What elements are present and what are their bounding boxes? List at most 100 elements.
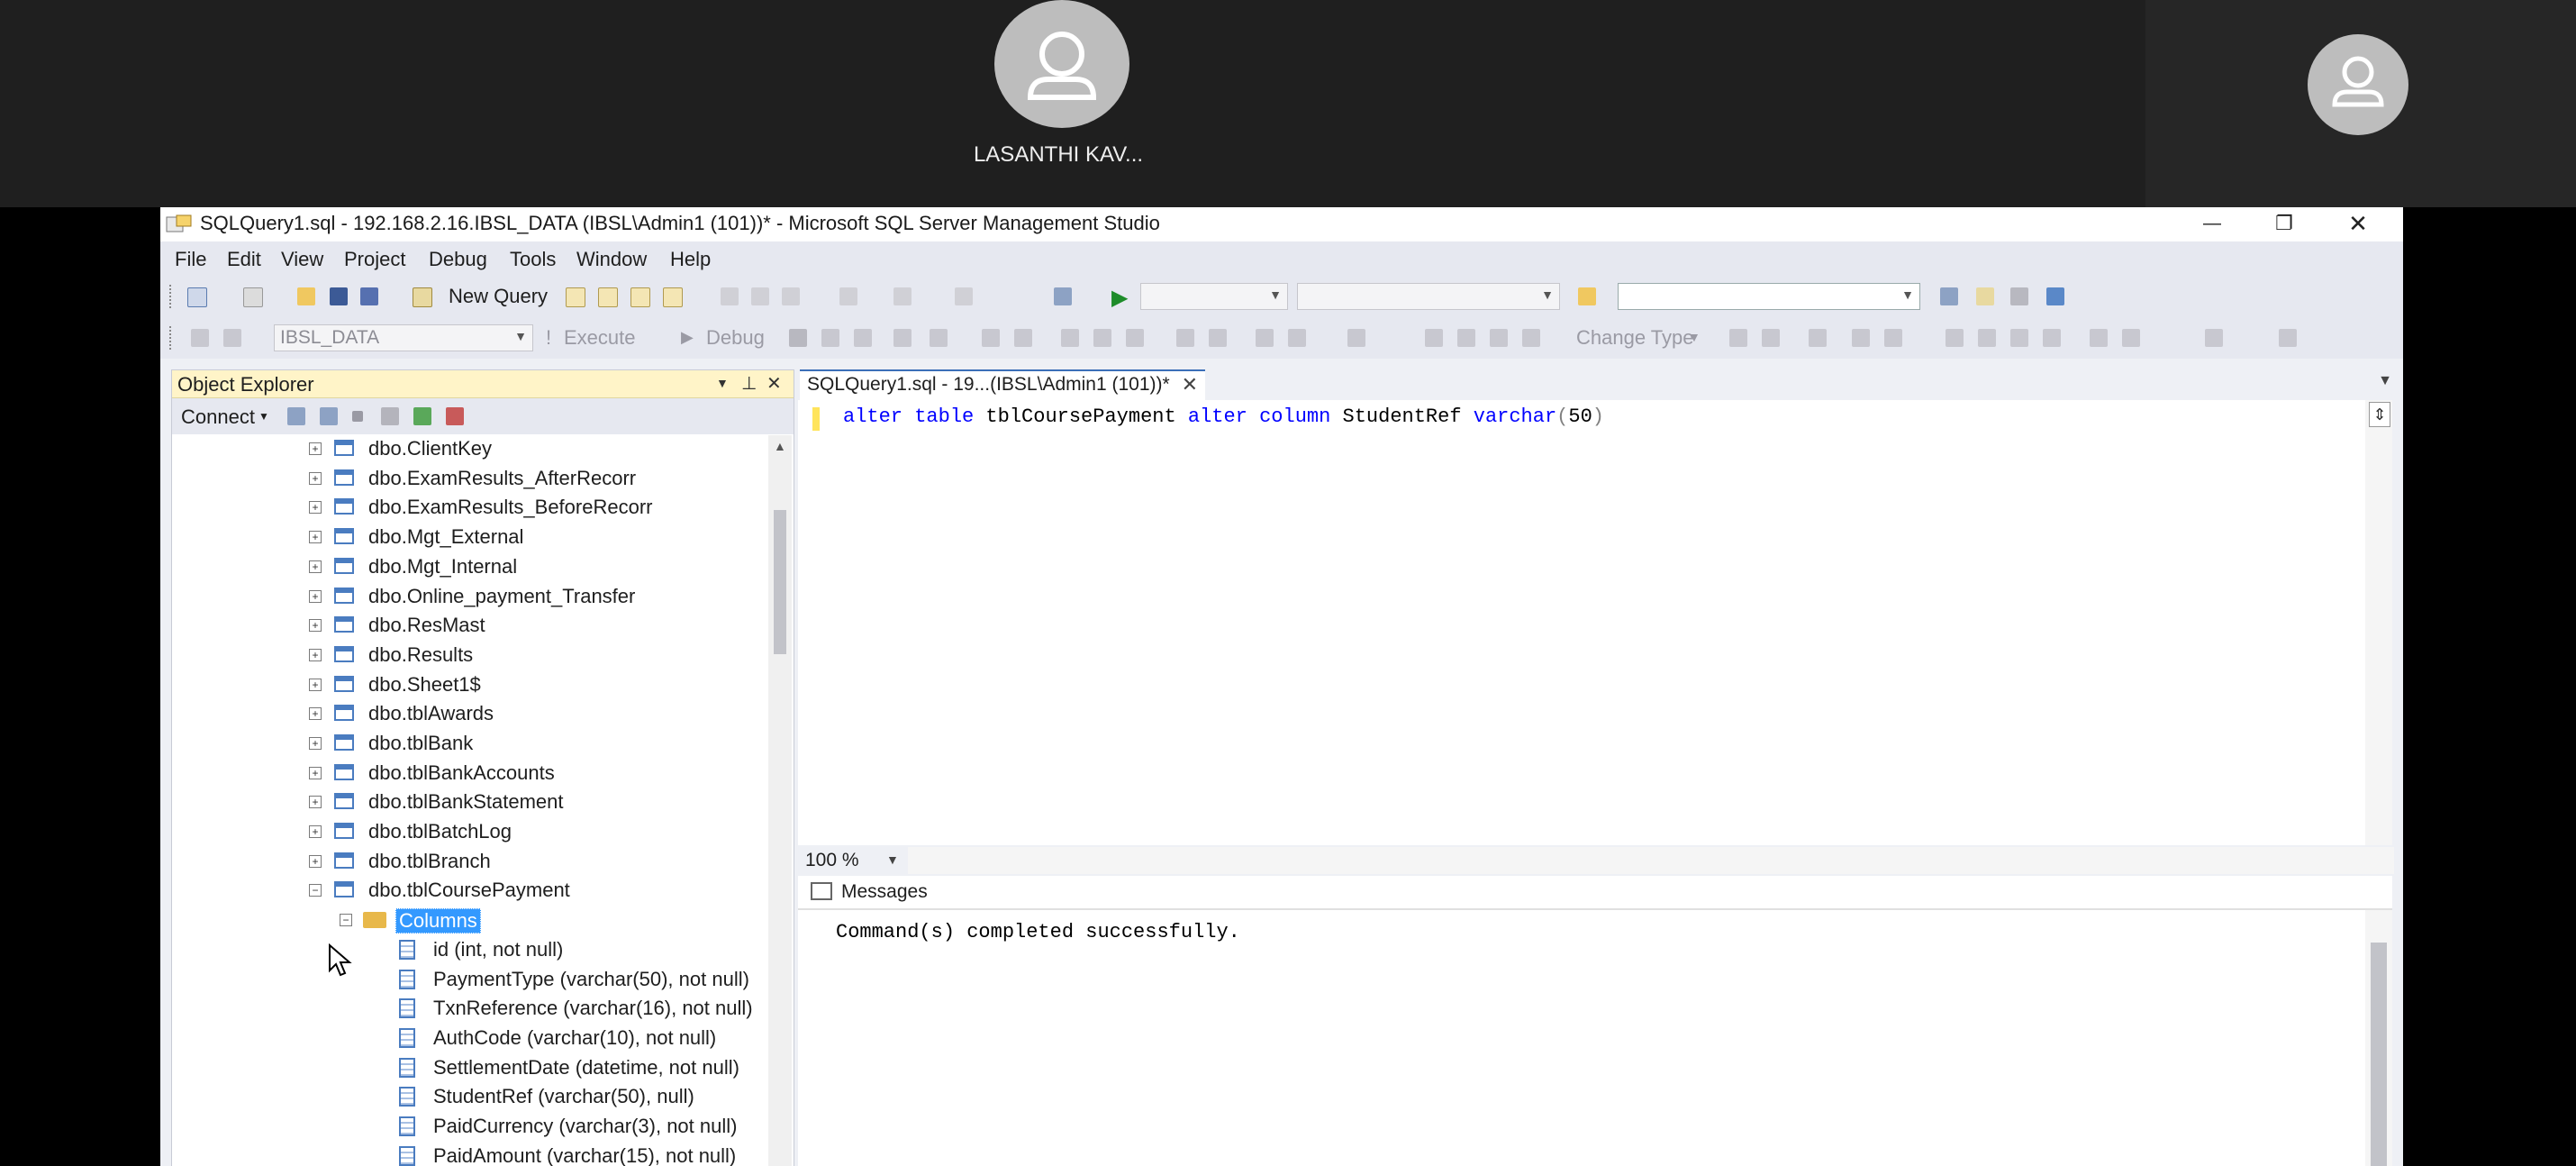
client-stats-icon[interactable] [1061,329,1079,347]
uncomment-icon[interactable] [1209,329,1227,347]
expand-icon[interactable]: + [309,767,322,779]
connect-icon[interactable] [191,329,209,347]
table-designer-icon[interactable] [1425,329,1443,347]
expand-icon[interactable]: + [309,472,322,485]
verify-sql-icon[interactable] [1762,329,1780,347]
tree-node-table[interactable]: + dbo.Online_payment_Transfer [172,583,757,612]
query-tab[interactable]: SQLQuery1.sql - 19...(IBSL\Admin1 (101))… [800,369,1205,400]
tree-node-table[interactable]: + dbo.Mgt_External [172,524,757,552]
self-avatar-icon[interactable] [2308,34,2408,135]
sql-code-line[interactable]: alter table tblCoursePayment alter colum… [843,405,1604,428]
add-group-by-icon[interactable] [1809,329,1827,347]
connect-dropdown[interactable]: Connect [181,405,255,429]
expand-icon[interactable]: + [309,825,322,838]
scrollbar-thumb[interactable] [774,510,786,654]
tree-node-column[interactable]: id (int, not null) [172,936,757,965]
redo-icon[interactable] [893,287,912,305]
tree-node-column[interactable]: PaidCurrency (varchar(3), not null) [172,1113,757,1142]
menu-edit[interactable]: Edit [227,248,261,271]
save-all-icon[interactable] [360,287,378,305]
filter-icon[interactable] [381,407,399,425]
change-type-button[interactable]: Change Type [1576,326,1693,350]
minimize-button[interactable]: — [2176,207,2248,241]
cut-icon[interactable] [721,287,739,305]
collapse-icon[interactable]: − [340,914,352,926]
new-project-icon[interactable] [187,287,207,307]
paste-icon[interactable] [782,287,800,305]
tree-node-column[interactable]: TxnReference (varchar(16), not null) [172,995,757,1024]
tree-node-table[interactable]: + dbo.tblAwards [172,700,757,729]
show-diagram-pane-icon[interactable] [1946,329,1964,347]
new-query-button[interactable]: New Query [449,285,548,308]
scroll-up-icon[interactable]: ▲ [774,439,786,453]
pin-icon[interactable]: ⊥ [741,372,757,395]
add-table-icon[interactable] [1852,329,1870,347]
menu-project[interactable]: Project [344,248,405,271]
tree-node-table[interactable]: + dbo.ClientKey [172,435,757,464]
show-results-pane-icon[interactable] [2043,329,2061,347]
activity-monitor-icon[interactable] [1054,287,1072,305]
expand-icon[interactable]: + [309,560,322,573]
tree-node-column[interactable]: AuthCode (varchar(10), not null) [172,1025,757,1053]
new-query-icon[interactable] [413,287,432,307]
add-derived-icon[interactable] [2279,329,2297,347]
tree-node-table[interactable]: + dbo.Sheet1$ [172,671,757,700]
stop-icon[interactable] [352,411,363,422]
database-dropdown[interactable]: IBSL_DATA ▼ [274,324,533,351]
expand-icon[interactable]: + [309,679,322,691]
tree-node-table[interactable]: + dbo.ExamResults_BeforeRecorr [172,494,757,523]
messages-tab[interactable]: Messages [800,876,935,909]
menu-file[interactable]: File [175,248,206,271]
parse-icon[interactable] [821,329,839,347]
intellisense-icon[interactable] [930,329,948,347]
find-dropdown[interactable]: ▼ [1618,283,1920,310]
debug-play-icon[interactable]: ▶ [681,328,694,347]
expand-icon[interactable]: + [309,737,322,750]
show-sql-pane-icon[interactable] [2010,329,2028,347]
navigate-icon[interactable] [955,287,973,305]
tree-node-column[interactable]: PaidAmount (varchar(15), not null) [172,1143,757,1166]
window-position-chevron-icon[interactable]: ▼ [716,376,729,390]
add-new-derived-table-icon[interactable] [1884,329,1902,347]
relationships-icon[interactable] [1457,329,1475,347]
expand-icon[interactable]: + [309,590,322,603]
tree-node-table[interactable]: + dbo.tblBankAccounts [172,760,757,788]
solution-config-dropdown[interactable]: ▼ [1140,283,1288,310]
tree-node-column[interactable]: PaymentType (varchar(50), not null) [172,966,757,995]
zoom-dropdown[interactable]: 100 % ▼ [800,847,908,874]
connect-server-icon[interactable] [287,407,305,425]
live-stats-icon[interactable] [1014,329,1032,347]
decrease-indent-icon[interactable] [1256,329,1274,347]
tree-node-table[interactable]: − dbo.tblCoursePayment [172,877,757,906]
solution-platform-dropdown[interactable]: ▼ [1297,283,1560,310]
execute-sql-icon[interactable] [1729,329,1747,347]
participant-avatar-icon[interactable] [994,0,1129,128]
tree-node-table[interactable]: + dbo.Mgt_Internal [172,553,757,582]
expand-icon[interactable]: + [309,501,322,514]
restore-button[interactable]: ❐ [2248,207,2320,241]
expand-icon[interactable]: + [309,531,322,543]
results-scrollbar-thumb[interactable] [2371,943,2387,1166]
tree-node-column[interactable]: SettlementDate (datetime, not null) [172,1054,757,1083]
expand-icon[interactable]: + [309,855,322,868]
tree-node-columns-folder[interactable]: − Columns [172,906,757,935]
editor-horizontal-scrollbar[interactable] [908,847,2394,874]
toolbox-icon[interactable] [2046,287,2064,305]
tree-node-table[interactable]: + dbo.tblBank [172,730,757,759]
start-debug-icon[interactable]: ▶ [1111,285,1128,311]
results-scrollbar[interactable] [2365,910,2392,1166]
group-by-icon[interactable] [2205,329,2223,347]
verify-icon[interactable] [2122,329,2140,347]
tree-node-table[interactable]: + dbo.tblBranch [172,848,757,877]
object-explorer-scrollbar[interactable]: ▲ [768,435,792,1166]
show-criteria-pane-icon[interactable] [1978,329,1996,347]
tree-node-table[interactable]: + dbo.ResMast [172,612,757,641]
comment-icon[interactable] [1176,329,1194,347]
debug-button[interactable]: Debug [706,326,765,350]
menu-view[interactable]: View [281,248,323,271]
increase-indent-icon[interactable] [1288,329,1306,347]
properties-icon[interactable] [2010,287,2028,305]
close-button[interactable]: ✕ [2322,207,2394,241]
expand-icon[interactable]: + [309,796,322,808]
split-window-icon[interactable]: ⇕ [2369,402,2390,427]
